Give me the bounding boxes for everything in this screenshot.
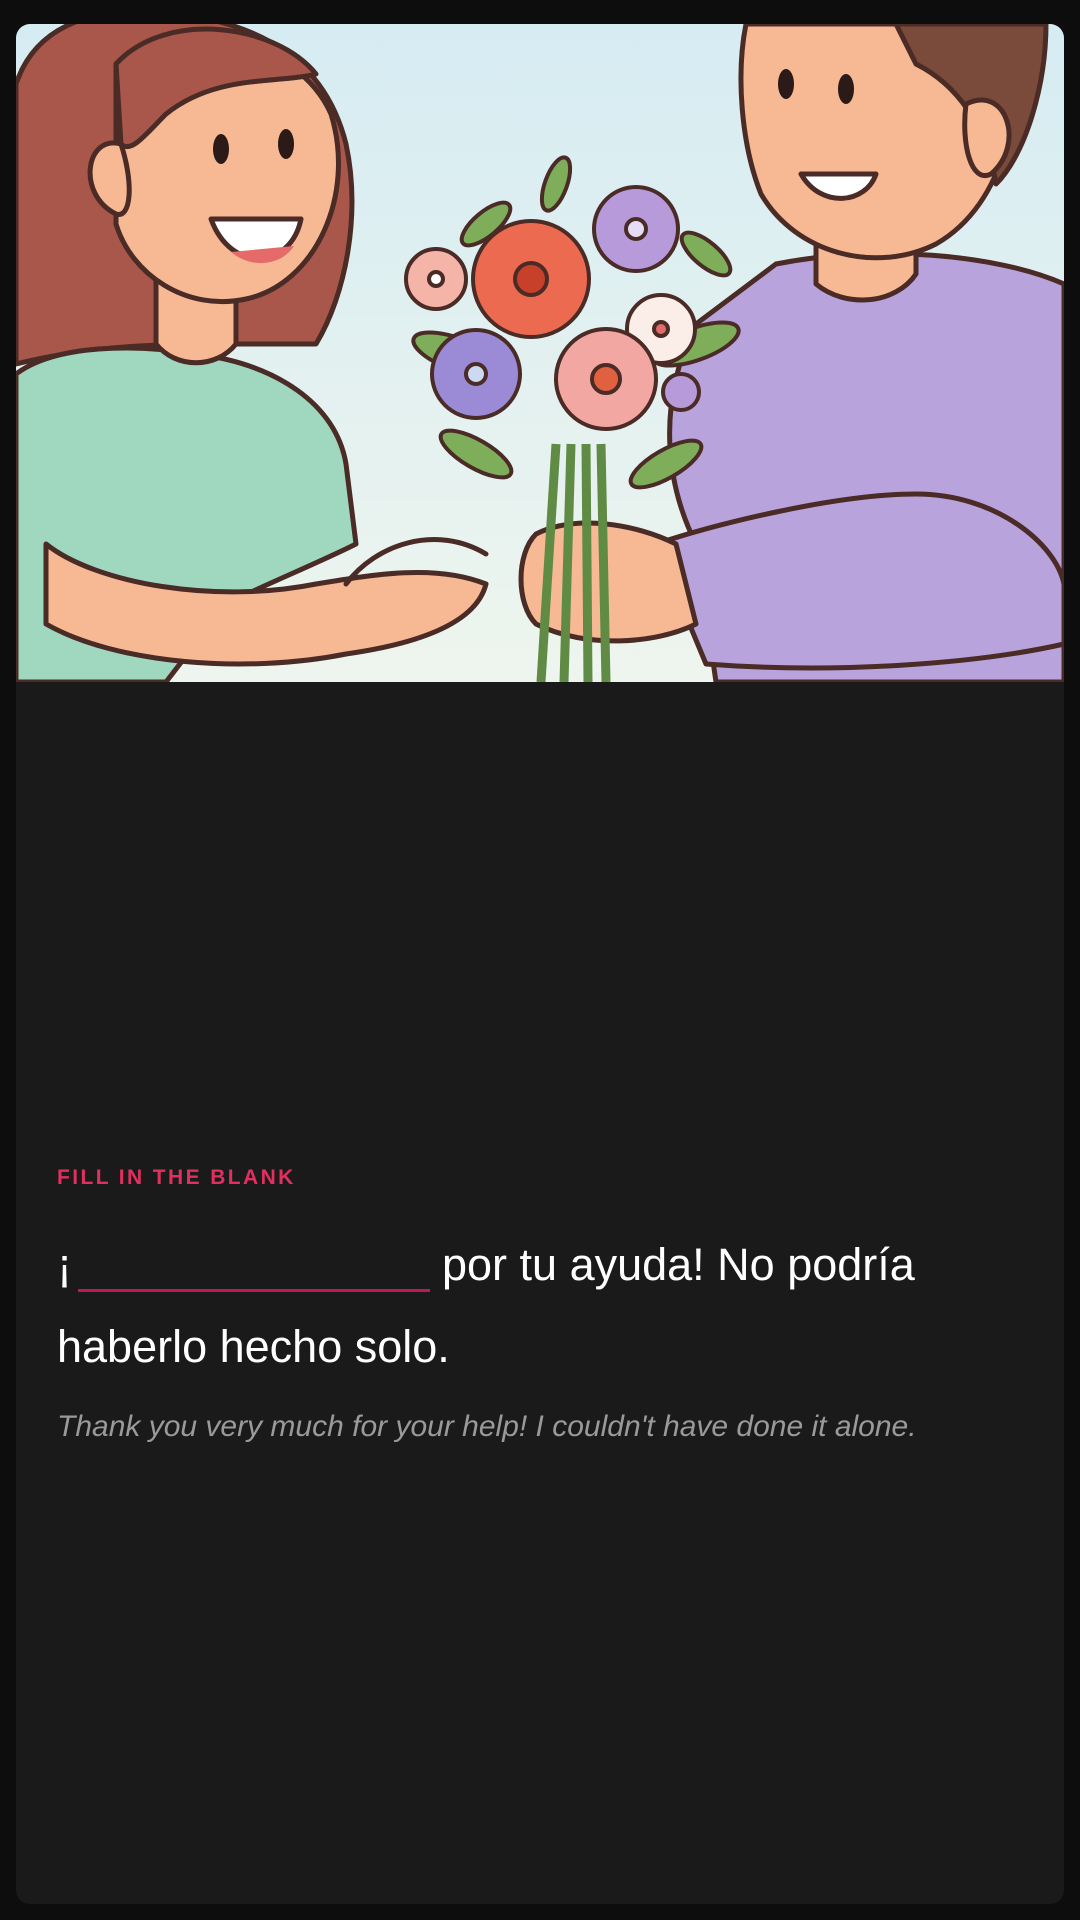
exercise-card: FILL IN THE BLANK ¡ por tu ayuda! No podr… — [16, 24, 1064, 1904]
sentence-translation: Thank you very much for your help! I cou… — [57, 1410, 917, 1443]
sentence-prefix: ¡ — [57, 1239, 72, 1290]
answer-blank[interactable] — [78, 1233, 430, 1292]
two-people-giving-flowers-illustration — [16, 24, 1064, 682]
exercise-sentence: ¡ por tu ayuda! No podría haberlo hecho s… — [57, 1224, 1017, 1388]
exercise-type-label: FILL IN THE BLANK — [57, 1166, 296, 1189]
